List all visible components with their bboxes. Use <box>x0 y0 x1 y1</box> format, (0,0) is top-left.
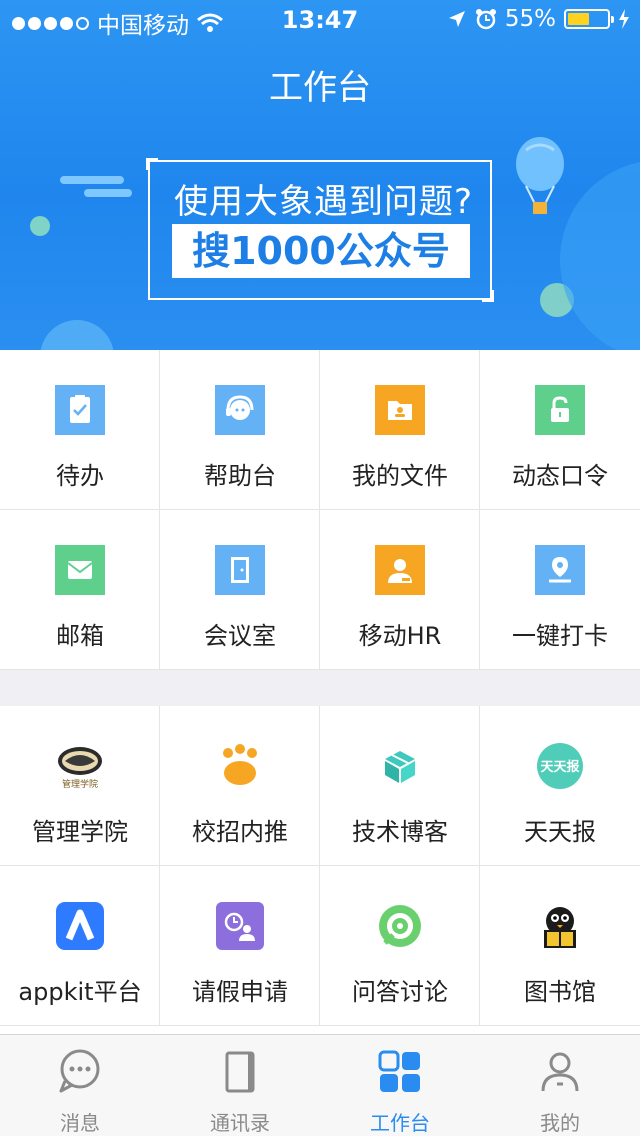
tab-label: 通讯录 <box>210 1111 270 1135</box>
location-pin-icon <box>535 545 585 595</box>
battery-icon <box>564 9 614 29</box>
tab-bar: 消息 通讯录 工作台 我的 <box>0 1034 640 1136</box>
clock-user-icon <box>215 901 265 951</box>
penguin-book-icon <box>535 901 585 951</box>
banner-search-callout: 搜1000公众号 <box>172 224 470 278</box>
decor-cloud <box>60 176 124 184</box>
grid-item-folder-user[interactable]: 我的文件 <box>320 350 480 510</box>
grid-item-label: 校招内推 <box>192 818 288 846</box>
charging-bolt-icon <box>619 9 629 29</box>
grid-item-appkit-logo[interactable]: appkit平台 <box>0 866 160 1026</box>
battery-percent: 55% <box>504 6 556 32</box>
grid-item-person-card[interactable]: 移动HR <box>320 510 480 670</box>
decor-circle <box>30 216 50 236</box>
alarm-icon <box>475 9 496 30</box>
qa-target-icon <box>375 901 425 951</box>
section-divider <box>0 670 640 706</box>
tab-grid-apps[interactable]: 工作台 <box>320 1035 480 1136</box>
grid-item-clock-user[interactable]: 请假申请 <box>160 866 320 1026</box>
workbench-grid-primary: 待办 帮助台 我的文件 动态口令邮箱 会议室 移动HR 一键打卡 <box>0 350 640 670</box>
grid-item-label: 帮助台 <box>204 462 276 490</box>
grid-item-label: 移动HR <box>358 622 442 650</box>
grid-item-label: 技术博客 <box>352 818 448 846</box>
svg-text:管理学院: 管理学院 <box>62 778 98 790</box>
banner-headline: 使用大象遇到问题? <box>174 182 474 222</box>
grid-item-qa-target[interactable]: 问答讨论 <box>320 866 480 1026</box>
location-arrow-icon <box>448 11 465 27</box>
grid-item-label: 待办 <box>56 462 104 490</box>
grid-item-label: 邮箱 <box>56 622 104 650</box>
contacts-book-icon <box>215 1047 265 1097</box>
grid-item-clipboard-check[interactable]: 待办 <box>0 350 160 510</box>
grid-item-label: 会议室 <box>204 622 276 650</box>
grid-item-academy-logo[interactable]: 管理学院 管理学院 <box>0 706 160 866</box>
tiantianbao-logo-icon: 天天报 <box>535 741 585 791</box>
grid-item-label: 图书馆 <box>524 978 596 1006</box>
grid-item-headset-support[interactable]: 帮助台 <box>160 350 320 510</box>
decor-circle <box>560 160 640 350</box>
paw-icon <box>215 741 265 791</box>
unlock-icon <box>535 385 585 435</box>
grid-item-label: 管理学院 <box>32 818 128 846</box>
grid-item-label: appkit平台 <box>18 978 142 1006</box>
grid-item-tiantianbao-logo[interactable]: 天天报 天天报 <box>480 706 640 866</box>
page-title: 工作台 <box>269 68 371 108</box>
grid-item-label: 一键打卡 <box>512 622 608 650</box>
decor-cloud <box>84 189 132 197</box>
academy-logo-icon: 管理学院 <box>55 741 105 791</box>
person-icon <box>535 1047 585 1097</box>
folder-user-icon <box>375 385 425 435</box>
grid-item-cube-logo[interactable]: 技术博客 <box>320 706 480 866</box>
grid-item-location-pin[interactable]: 一键打卡 <box>480 510 640 670</box>
person-card-icon <box>375 545 425 595</box>
mail-icon <box>55 545 105 595</box>
grid-item-label: 请假申请 <box>192 978 288 1006</box>
status-bar: 中国移动 13:47 55% <box>0 0 640 40</box>
promo-banner[interactable]: 使用大象遇到问题? 搜1000公众号 <box>146 158 494 302</box>
tab-label: 工作台 <box>370 1111 430 1135</box>
grid-item-label: 动态口令 <box>512 462 608 490</box>
tab-person[interactable]: 我的 <box>480 1035 640 1136</box>
headset-support-icon <box>215 385 265 435</box>
tab-label: 我的 <box>540 1111 580 1135</box>
tab-chat-bubble[interactable]: 消息 <box>0 1035 160 1136</box>
grid-apps-icon <box>375 1047 425 1097</box>
grid-item-label: 我的文件 <box>352 462 448 490</box>
grid-item-paw[interactable]: 校招内推 <box>160 706 320 866</box>
door-icon <box>215 545 265 595</box>
balloon-icon <box>516 137 564 214</box>
grid-item-label: 问答讨论 <box>352 978 448 1006</box>
grid-item-label: 天天报 <box>524 818 596 846</box>
grid-item-door[interactable]: 会议室 <box>160 510 320 670</box>
grid-item-mail[interactable]: 邮箱 <box>0 510 160 670</box>
tab-contacts-book[interactable]: 通讯录 <box>160 1035 320 1136</box>
appkit-logo-icon <box>55 901 105 951</box>
grid-item-unlock[interactable]: 动态口令 <box>480 350 640 510</box>
clipboard-check-icon <box>55 385 105 435</box>
decor-circle <box>40 320 114 350</box>
workbench-grid-apps: 管理学院 管理学院 校招内推 技术博客 天天报 天天报 appkit平台 请假申请 问答讨论 图书… <box>0 706 640 1026</box>
cube-logo-icon <box>375 741 425 791</box>
header-banner: 中国移动 13:47 55% 工作台 使用大象遇到问题? 搜1000公众号 <box>0 0 640 350</box>
svg-text:天天报: 天天报 <box>540 760 580 775</box>
chat-bubble-icon <box>55 1047 105 1097</box>
grid-item-penguin-book[interactable]: 图书馆 <box>480 866 640 1026</box>
tab-label: 消息 <box>60 1111 100 1135</box>
